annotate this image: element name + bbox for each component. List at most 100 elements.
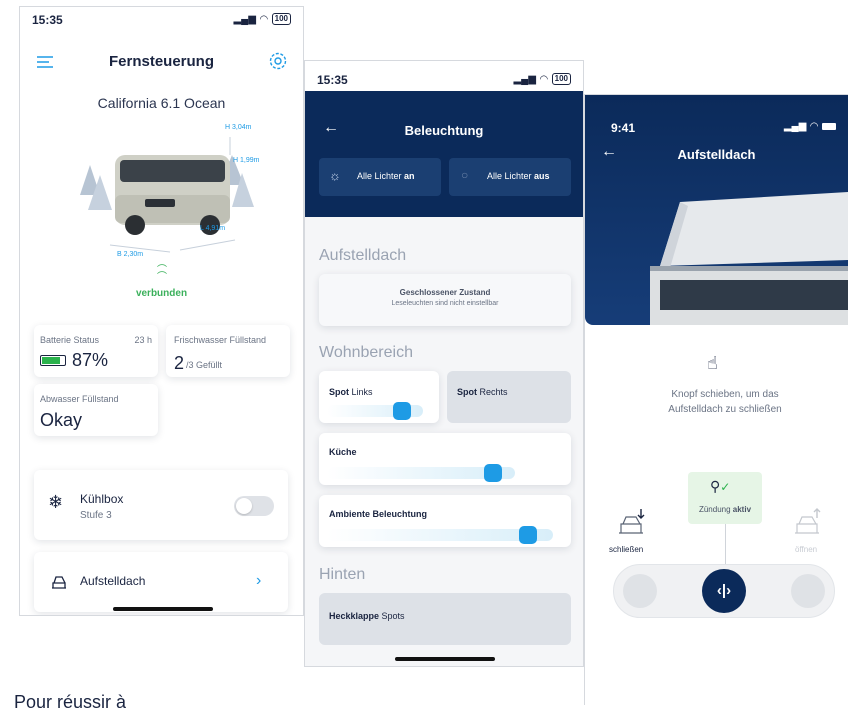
all-lights-off-button[interactable]: ○ Alle Lichter aus — [449, 158, 571, 196]
kitchen-light-card[interactable]: Küche — [319, 433, 571, 485]
spot-right-card[interactable]: Spot Rechts — [447, 371, 571, 423]
cooler-box-row[interactable]: ❄ Kühlbox Stufe 3 — [34, 470, 288, 540]
caption-text: Pour réussir à — [14, 692, 127, 712]
tailgate-spots-card[interactable]: Heckklappe Spots — [319, 593, 571, 645]
waste-water-value: Okay — [40, 410, 83, 430]
close-roof-label: schließen — [609, 545, 644, 554]
page-title: Fernsteuerung — [108, 53, 214, 70]
waste-water-card[interactable]: Abwasser Füllstand Okay — [34, 384, 158, 436]
fresh-water-subvalue: /3 Gefüllt — [186, 360, 223, 370]
section-rear: Hinten — [319, 566, 366, 583]
roof-state-subtitle: Leseleuchten sind nicht einstellbar — [391, 300, 499, 307]
spot-left-label: Links — [349, 387, 373, 397]
ambient-label: Ambiente Beleuchtung — [329, 509, 428, 519]
battery-status-value: 87% — [72, 350, 109, 370]
status-icons: ▂▄▆ ◠ — [784, 121, 836, 132]
spot-left-slider-thumb[interactable] — [393, 402, 411, 420]
open-roof-van-icon — [791, 507, 825, 537]
dimension-length: L 4,91m — [200, 225, 226, 232]
van-roof-photo — [640, 190, 848, 325]
signal-icon: ▂▄▆ — [783, 121, 807, 132]
cooler-box-level: Stufe 3 — [80, 510, 112, 521]
status-time: 15:35 — [317, 73, 348, 87]
status-icons: ▂▄▆ ◠ 100 — [513, 73, 571, 85]
home-indicator — [395, 657, 495, 661]
ignition-label: Zündung — [698, 505, 733, 514]
wifi-icon: ◠ — [810, 121, 818, 132]
battery-icon: 100 — [551, 73, 571, 85]
tailgate-label-bold: Heckklappe — [329, 611, 380, 621]
slide-handle-button[interactable]: ‹|› — [702, 569, 746, 613]
cooler-box-title: Kühlbox — [80, 492, 124, 506]
light-off-icon: ○ — [461, 168, 469, 182]
light-on-icon: ☼ — [329, 168, 341, 183]
battery-status-card[interactable]: Batterie Status 23 h 87% — [34, 325, 158, 377]
kitchen-slider-thumb[interactable] — [484, 464, 502, 482]
section-pop-up-roof: Aufstelldach — [319, 247, 407, 264]
spot-left-label-bold: Spot — [329, 387, 349, 397]
tailgate-label: Spots — [379, 611, 405, 621]
roof-slide-track[interactable]: ‹|› — [613, 564, 835, 618]
all-lights-off-label: Alle Lichter — [487, 171, 535, 181]
hand-slide-icon: ☝ — [707, 353, 718, 373]
fresh-water-label: Frischwasser Füllstand — [174, 335, 267, 345]
wifi-icon: ◠ — [259, 13, 268, 25]
battery-icon: 100 — [271, 13, 291, 25]
battery-status-label: Batterie Status — [40, 335, 100, 345]
section-living-area: Wohnbereich — [319, 344, 413, 361]
dimension-height: H 1,99m — [233, 157, 260, 164]
screen-lighting: 15:35 ▂▄▆ ◠ 100 ← Beleuchtung ☼ Alle Lic… — [304, 60, 584, 667]
status-icons: ▂▄▆ ◠ 100 — [233, 13, 291, 25]
spot-right-label-bold: Spot — [457, 387, 477, 397]
roof-instruction: Knopf schieben, um das Aufstelldach zu s… — [668, 389, 782, 415]
ignition-state: aktiv — [732, 505, 752, 514]
signal-icon: ▂▄▆ — [233, 13, 256, 25]
ambient-slider-thumb[interactable] — [519, 526, 537, 544]
ignition-status-card: ⚲✓ Zündung aktiv — [688, 472, 762, 524]
ignition-connector-line — [725, 524, 726, 564]
spot-right-label: Rechts — [477, 387, 508, 397]
vehicle-illustration — [60, 115, 280, 265]
vehicle-name: California 6.1 Ocean — [97, 95, 226, 111]
snowflake-icon: ❄ — [48, 492, 64, 512]
status-bar: 15:35 ▂▄▆ ◠ 100 — [20, 7, 303, 29]
page-title: Beleuchtung — [404, 123, 484, 138]
key-check-icon: ⚲✓ — [710, 478, 731, 494]
status-time: 15:35 — [32, 13, 63, 27]
dimension-height-roof: H 3,04m — [225, 124, 252, 131]
all-lights-off-emphasis: aus — [534, 171, 550, 181]
cooler-box-toggle[interactable] — [234, 496, 274, 516]
slide-target-open — [791, 574, 825, 608]
pop-up-roof-title: Aufstelldach — [80, 574, 146, 588]
status-bar: 9:41 ▂▄▆ ◠ — [585, 115, 848, 137]
dimension-width: B 2,30m — [117, 251, 144, 258]
status-time: 9:41 — [611, 121, 636, 135]
open-roof-label: öffnen — [795, 545, 818, 554]
pop-up-roof-icon — [50, 574, 68, 590]
chevron-right-icon[interactable]: › — [256, 572, 261, 590]
screen-pop-up-roof: 9:41 ▂▄▆ ◠ ← Aufstelldach ☝ Knopf schieb… — [584, 94, 848, 705]
status-bar: 15:35 ▂▄▆ ◠ 100 — [305, 67, 583, 89]
connection-status: verbunden — [135, 288, 188, 299]
screen-remote-control: 15:35 ▂▄▆ ◠ 100 Fernsteuerung California… — [19, 6, 304, 616]
close-roof-van-icon — [615, 507, 649, 537]
kitchen-label: Küche — [329, 447, 357, 457]
all-lights-on-emphasis: an — [404, 171, 415, 181]
battery-level-icon — [40, 355, 66, 366]
fresh-water-value: 2 — [174, 353, 185, 373]
slide-target-close — [623, 574, 657, 608]
wifi-icon: ◠ — [539, 73, 548, 85]
battery-status-time: 23 h — [134, 335, 152, 345]
fresh-water-card[interactable]: Frischwasser Füllstand 2 /3 Gefüllt — [166, 325, 290, 377]
settings-gear-icon[interactable] — [268, 51, 288, 71]
page-title: Aufstelldach — [677, 147, 756, 162]
battery-icon — [822, 123, 836, 130]
all-lights-on-button[interactable]: ☼ Alle Lichter an — [319, 158, 441, 196]
roof-lights-card: Geschlossener Zustand Leseleuchten sind … — [319, 274, 571, 326]
waste-water-label: Abwasser Füllstand — [40, 394, 119, 404]
pop-up-roof-row[interactable]: Aufstelldach › — [34, 552, 288, 612]
roof-state-title: Geschlossener Zustand — [399, 288, 491, 297]
ambient-light-card[interactable]: Ambiente Beleuchtung — [319, 495, 571, 547]
spot-left-card[interactable]: Spot Links — [319, 371, 439, 423]
all-lights-on-label: Alle Lichter — [357, 171, 405, 181]
